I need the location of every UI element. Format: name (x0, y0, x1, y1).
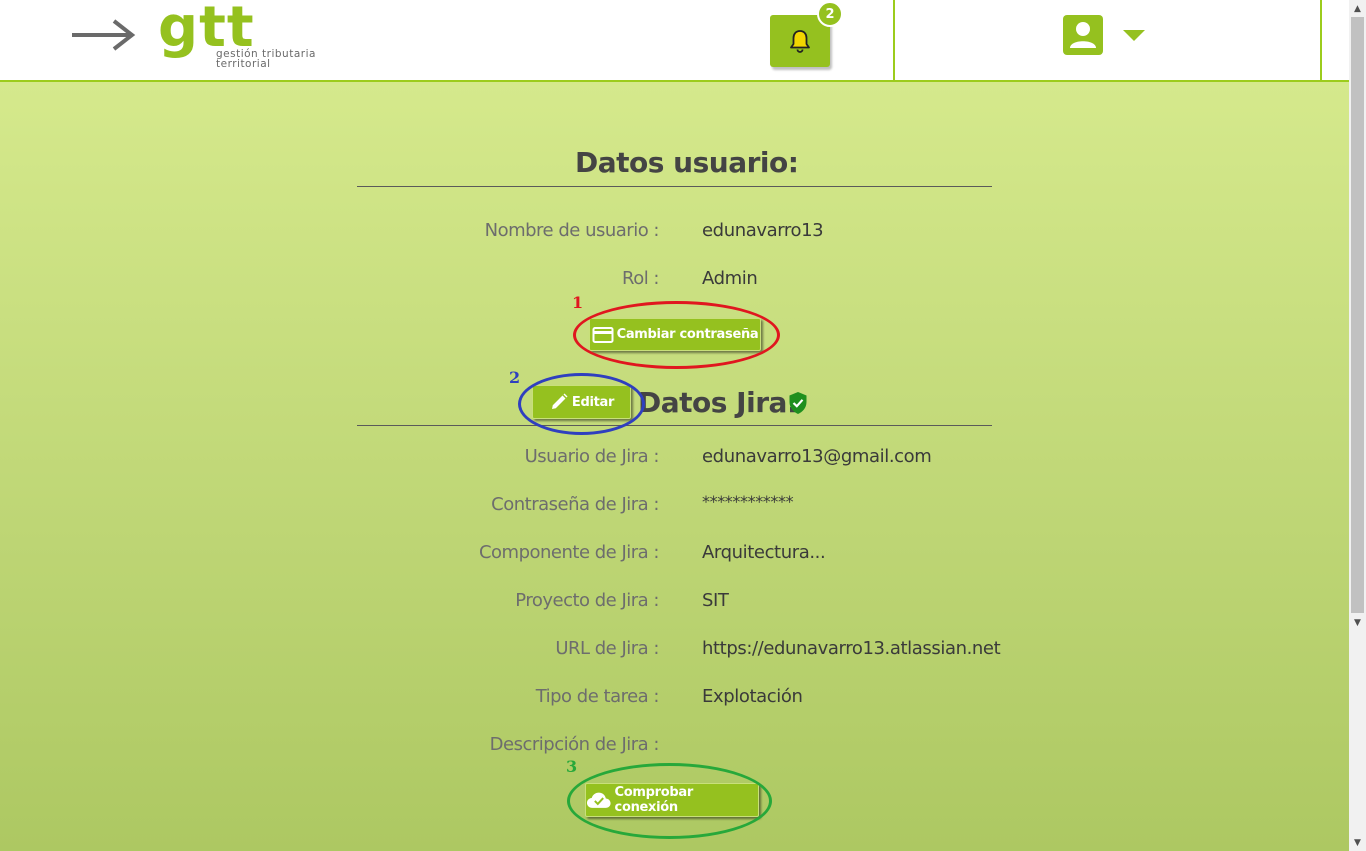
main-content: Datos usuario: Nombre de usuario : eduna… (0, 82, 1349, 851)
notification-count-badge: 2 (817, 1, 843, 27)
top-header: gtt gestión tributaria territorial 2 (0, 0, 1349, 82)
jira-project-label: Proyecto de Jira : (515, 590, 659, 611)
credit-card-icon (592, 326, 614, 343)
jira-description-label: Descripción de Jira : (489, 734, 660, 755)
jira-data-title: Datos Jira: (638, 386, 798, 419)
header-divider (893, 0, 895, 80)
scroll-down-arrow-icon[interactable]: ▼ (1349, 614, 1366, 631)
jira-password-value: ************ (702, 492, 794, 511)
bell-icon (790, 30, 810, 53)
jira-data-divider (357, 425, 992, 426)
change-password-label: Cambiar contraseña (616, 327, 759, 342)
scroll-down-arrow-bottom-icon[interactable]: ▼ (1349, 834, 1366, 851)
check-connection-label: Comprobar conexión (614, 785, 694, 815)
logo-subtitle-line2: territorial (216, 58, 271, 70)
username-label: Nombre de usuario : (484, 220, 660, 241)
check-connection-button[interactable]: Comprobar conexión (585, 783, 759, 817)
back-arrow-icon[interactable] (70, 18, 138, 52)
vertical-scrollbar[interactable]: ▲ ▼ ▼ (1349, 0, 1366, 851)
jira-password-label: Contraseña de Jira : (491, 494, 659, 515)
verified-shield-icon (789, 392, 807, 414)
logo-subtitle: gestión tributaria territorial (216, 49, 316, 70)
jira-url-label: URL de Jira : (555, 638, 659, 659)
jira-user-label: Usuario de Jira : (524, 446, 660, 467)
annotation-number-2: 2 (509, 368, 521, 387)
role-value: Admin (702, 268, 758, 289)
header-divider-right (1320, 0, 1322, 80)
scroll-up-arrow-icon[interactable]: ▲ (1349, 0, 1366, 17)
cloud-check-icon (586, 792, 611, 808)
jira-url-value: https://edunavarro13.atlassian.net (702, 638, 1001, 659)
jira-component-label: Componente de Jira : (478, 542, 660, 563)
annotation-number-1: 1 (572, 293, 584, 312)
edit-jira-button[interactable]: Editar (532, 385, 631, 419)
user-data-divider (357, 186, 992, 187)
jira-component-value: Arquitectura... (702, 542, 826, 563)
task-type-label: Tipo de tarea : (535, 686, 660, 707)
change-password-button[interactable]: Cambiar contraseña (589, 318, 761, 351)
jira-project-value: SIT (702, 590, 729, 611)
username-value: edunavarro13 (702, 220, 824, 241)
annotation-number-3: 3 (566, 757, 578, 776)
jira-user-value: edunavarro13@gmail.com (702, 446, 932, 467)
gtt-logo: gtt gestión tributaria territorial (158, 0, 348, 74)
role-label: Rol : (622, 268, 660, 289)
user-avatar-icon[interactable] (1063, 15, 1103, 55)
task-type-value: Explotación (702, 686, 803, 707)
edit-label: Editar (571, 394, 615, 410)
user-menu-caret-icon[interactable] (1123, 30, 1145, 41)
user-data-title: Datos usuario: (575, 146, 799, 179)
scrollbar-thumb[interactable] (1351, 17, 1364, 613)
pencil-icon (551, 393, 568, 409)
